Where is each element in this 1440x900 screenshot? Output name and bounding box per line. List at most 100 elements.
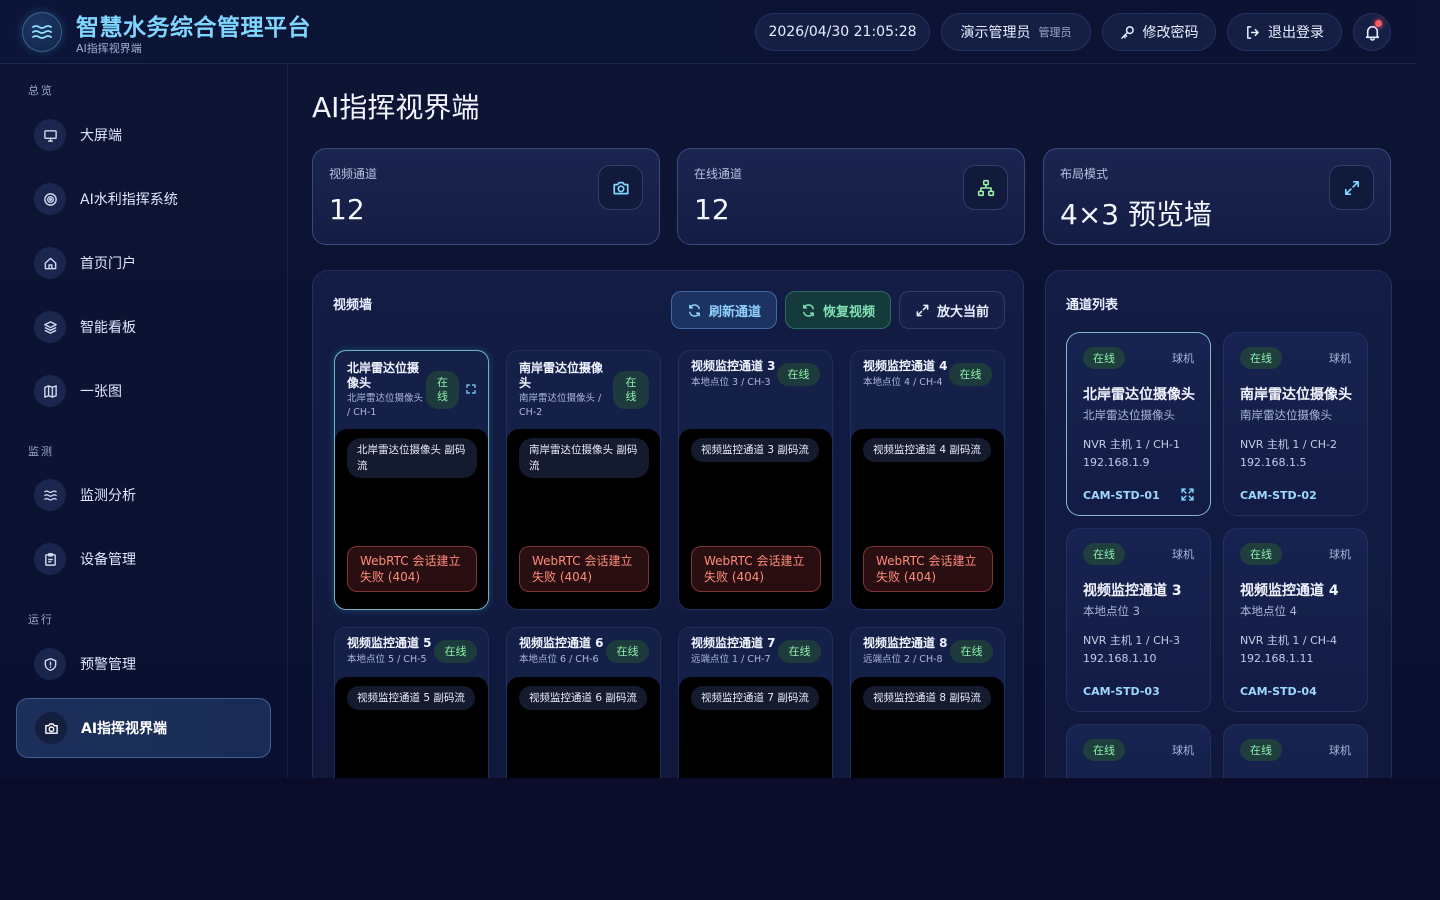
stat-label: 布局模式 bbox=[1060, 167, 1109, 181]
video-tile-status-badge: 在线 bbox=[613, 371, 649, 409]
channel-card-1[interactable]: 在线 球机 北岸雷达位摄像头 北岸雷达位摄像头 NVR 主机 1 / CH-1 … bbox=[1066, 332, 1211, 516]
video-tile-meta: 本地点位 4 / CH-4 bbox=[863, 377, 943, 388]
channel-code: CAM-STD-02 bbox=[1240, 489, 1317, 502]
video-screen[interactable]: 视频监控通道 3 副码流 WebRTC 会话建立失败 (404) bbox=[679, 429, 832, 609]
video-tile-name: 北岸雷达位摄像头 bbox=[347, 361, 420, 390]
channel-status-badge: 在线 bbox=[1240, 739, 1282, 761]
video-stream-caption: 北岸雷达位摄像头 副码流 bbox=[347, 438, 477, 478]
video-tile-name: 南岸雷达位摄像头 bbox=[519, 361, 604, 390]
channel-code: CAM-STD-04 bbox=[1240, 685, 1317, 698]
video-stream-caption: 视频监控通道 5 副码流 bbox=[347, 686, 475, 710]
channel-status-badge: 在线 bbox=[1240, 543, 1282, 565]
video-tile-8[interactable]: 视频监控通道 8 远端点位 2 / CH-8 在线 视频监控通道 8 副码流 bbox=[850, 627, 1005, 778]
video-tile-5[interactable]: 视频监控通道 5 本地点位 5 / CH-5 在线 视频监控通道 5 副码流 bbox=[334, 627, 489, 778]
monitor-icon bbox=[34, 119, 66, 151]
channel-ip: 192.168.1.9 bbox=[1083, 456, 1150, 469]
stat-label: 在线通道 bbox=[694, 167, 743, 181]
fullscreen-icon[interactable] bbox=[466, 384, 476, 394]
video-screen[interactable]: 南岸雷达位摄像头 副码流 WebRTC 会话建立失败 (404) bbox=[507, 429, 660, 609]
channel-code: CAM-STD-01 bbox=[1083, 489, 1160, 502]
video-screen[interactable]: 视频监控通道 8 副码流 bbox=[851, 677, 1004, 778]
layers-icon bbox=[34, 311, 66, 343]
sidebar-item-label: 监测分析 bbox=[80, 488, 136, 504]
sidebar-section-overview: 总览 bbox=[28, 84, 54, 97]
video-tile-3[interactable]: 视频监控通道 3 本地点位 3 / CH-3 在线 视频监控通道 3 副码流 W… bbox=[678, 350, 833, 610]
top-header: 智慧水务综合管理平台 AI指挥视界端 2026/04/30 21:05:28 演… bbox=[0, 0, 1416, 64]
video-error-message: WebRTC 会话建立失败 (404) bbox=[519, 546, 649, 592]
channel-type: 球机 bbox=[1329, 744, 1351, 757]
logo-wave-icon bbox=[22, 12, 62, 52]
video-tile-name: 视频监控通道 8 bbox=[863, 636, 948, 650]
channel-ip: 192.168.1.5 bbox=[1240, 456, 1307, 469]
channel-card-6[interactable]: 在线 球机 bbox=[1223, 724, 1368, 778]
video-tile-meta: 本地点位 3 / CH-3 bbox=[691, 377, 771, 388]
home-icon bbox=[34, 247, 66, 279]
channel-desc: 北岸雷达位摄像头 bbox=[1083, 408, 1175, 422]
expand-icon bbox=[1329, 165, 1374, 210]
logout-button[interactable]: 退出登录 bbox=[1227, 13, 1342, 51]
video-tile-6[interactable]: 视频监控通道 6 本地点位 6 / CH-6 在线 视频监控通道 6 副码流 bbox=[506, 627, 661, 778]
restore-video-button[interactable]: 恢复视频 bbox=[785, 291, 891, 329]
notification-button[interactable] bbox=[1353, 13, 1391, 51]
sidebar-item-monitor-analysis[interactable]: 监测分析 bbox=[16, 465, 271, 525]
datetime-text: 2026/04/30 21:05:28 bbox=[768, 24, 917, 40]
logout-icon bbox=[1247, 25, 1259, 39]
video-screen[interactable]: 北岸雷达位摄像头 副码流 WebRTC 会话建立失败 (404) bbox=[335, 429, 488, 609]
notification-dot bbox=[1375, 20, 1382, 27]
channel-list-title: 通道列表 bbox=[1066, 298, 1119, 313]
page-title: AI指挥视界端 bbox=[312, 91, 480, 124]
video-screen[interactable]: 视频监控通道 7 副码流 bbox=[679, 677, 832, 778]
channel-card-5[interactable]: 在线 球机 bbox=[1066, 724, 1211, 778]
channel-desc: 南岸雷达位摄像头 bbox=[1240, 408, 1332, 422]
video-error-message: WebRTC 会话建立失败 (404) bbox=[691, 546, 821, 592]
refresh-channels-button[interactable]: 刷新通道 bbox=[671, 291, 777, 329]
video-tile-7[interactable]: 视频监控通道 7 远端点位 1 / CH-7 在线 视频监控通道 7 副码流 bbox=[678, 627, 833, 778]
video-screen[interactable]: 视频监控通道 6 副码流 bbox=[507, 677, 660, 778]
sidebar-item-smart-board[interactable]: 智能看板 bbox=[16, 297, 271, 357]
video-tile-status-badge: 在线 bbox=[434, 640, 477, 663]
channel-nvr: NVR 主机 1 / CH-4 bbox=[1240, 634, 1338, 647]
stat-label: 视频通道 bbox=[329, 167, 378, 181]
video-tile-2[interactable]: 南岸雷达位摄像头 南岸雷达位摄像头 / CH-2 在线 南岸雷达位摄像头 副码流… bbox=[506, 350, 661, 610]
channel-name: 视频监控通道 3 bbox=[1083, 583, 1182, 599]
video-wall-panel: 视频墙 刷新通道 恢复视频 放大当前 北岸雷达位摄像头 北岸雷达位摄像头 / C… bbox=[312, 270, 1024, 778]
user-role: 管理员 bbox=[1038, 26, 1072, 39]
channel-type: 球机 bbox=[1329, 352, 1351, 365]
zoom-current-button[interactable]: 放大当前 bbox=[899, 291, 1005, 329]
sidebar: 总览 大屏端 AI水利指挥系统 首页门户 智能看板 一张图 监测 监测分析 设备… bbox=[0, 64, 288, 778]
sidebar-item-one-map[interactable]: 一张图 bbox=[16, 361, 271, 421]
video-tile-4[interactable]: 视频监控通道 4 本地点位 4 / CH-4 在线 视频监控通道 4 副码流 W… bbox=[850, 350, 1005, 610]
change-password-button[interactable]: 修改密码 bbox=[1102, 13, 1216, 51]
channel-card-2[interactable]: 在线 球机 南岸雷达位摄像头 南岸雷达位摄像头 NVR 主机 1 / CH-2 … bbox=[1223, 332, 1368, 516]
sidebar-item-device-management[interactable]: 设备管理 bbox=[16, 529, 271, 589]
user-menu[interactable]: 演示管理员 管理员 bbox=[941, 13, 1091, 51]
video-stream-caption: 视频监控通道 8 副码流 bbox=[863, 686, 991, 710]
sidebar-item-alert-management[interactable]: 预警管理 bbox=[16, 634, 271, 694]
fullscreen-icon[interactable] bbox=[1181, 488, 1194, 501]
video-screen[interactable]: 视频监控通道 4 副码流 WebRTC 会话建立失败 (404) bbox=[851, 429, 1004, 609]
channel-card-4[interactable]: 在线 球机 视频监控通道 4 本地点位 4 NVR 主机 1 / CH-4 19… bbox=[1223, 528, 1368, 712]
sidebar-item-home-portal[interactable]: 首页门户 bbox=[16, 233, 271, 293]
video-tile-1[interactable]: 北岸雷达位摄像头 北岸雷达位摄像头 / CH-1 在线 北岸雷达位摄像头 副码流… bbox=[334, 350, 489, 610]
logout-label: 退出登录 bbox=[1268, 25, 1324, 41]
stat-card-video-channels: 视频通道 12 bbox=[312, 148, 660, 245]
page-background bbox=[0, 778, 1440, 900]
video-tile-meta: 南岸雷达位摄像头 / CH-2 bbox=[519, 393, 602, 418]
sidebar-item-label: 首页门户 bbox=[80, 256, 136, 272]
sidebar-item-ai-command-view[interactable]: AI指挥视界端 bbox=[16, 698, 271, 758]
video-tile-status-badge: 在线 bbox=[950, 640, 993, 663]
sidebar-item-ai-water-command[interactable]: AI水利指挥系统 bbox=[16, 169, 271, 229]
video-screen[interactable]: 视频监控通道 5 副码流 bbox=[335, 677, 488, 778]
video-stream-caption: 南岸雷达位摄像头 副码流 bbox=[519, 438, 649, 478]
sidebar-item-big-screen[interactable]: 大屏端 bbox=[16, 105, 271, 165]
refresh-icon bbox=[689, 303, 700, 317]
channel-desc: 本地点位 3 bbox=[1083, 604, 1140, 618]
stat-value: 12 bbox=[329, 193, 365, 226]
sidebar-item-label: AI指挥视界端 bbox=[81, 721, 168, 737]
video-tile-status-badge: 在线 bbox=[606, 640, 649, 663]
channel-card-3[interactable]: 在线 球机 视频监控通道 3 本地点位 3 NVR 主机 1 / CH-3 19… bbox=[1066, 528, 1211, 712]
video-error-message: WebRTC 会话建立失败 (404) bbox=[347, 546, 477, 592]
key-icon bbox=[1120, 25, 1134, 39]
sidebar-section-operation: 运行 bbox=[28, 613, 54, 626]
app-title: 智慧水务综合管理平台 bbox=[76, 15, 311, 41]
